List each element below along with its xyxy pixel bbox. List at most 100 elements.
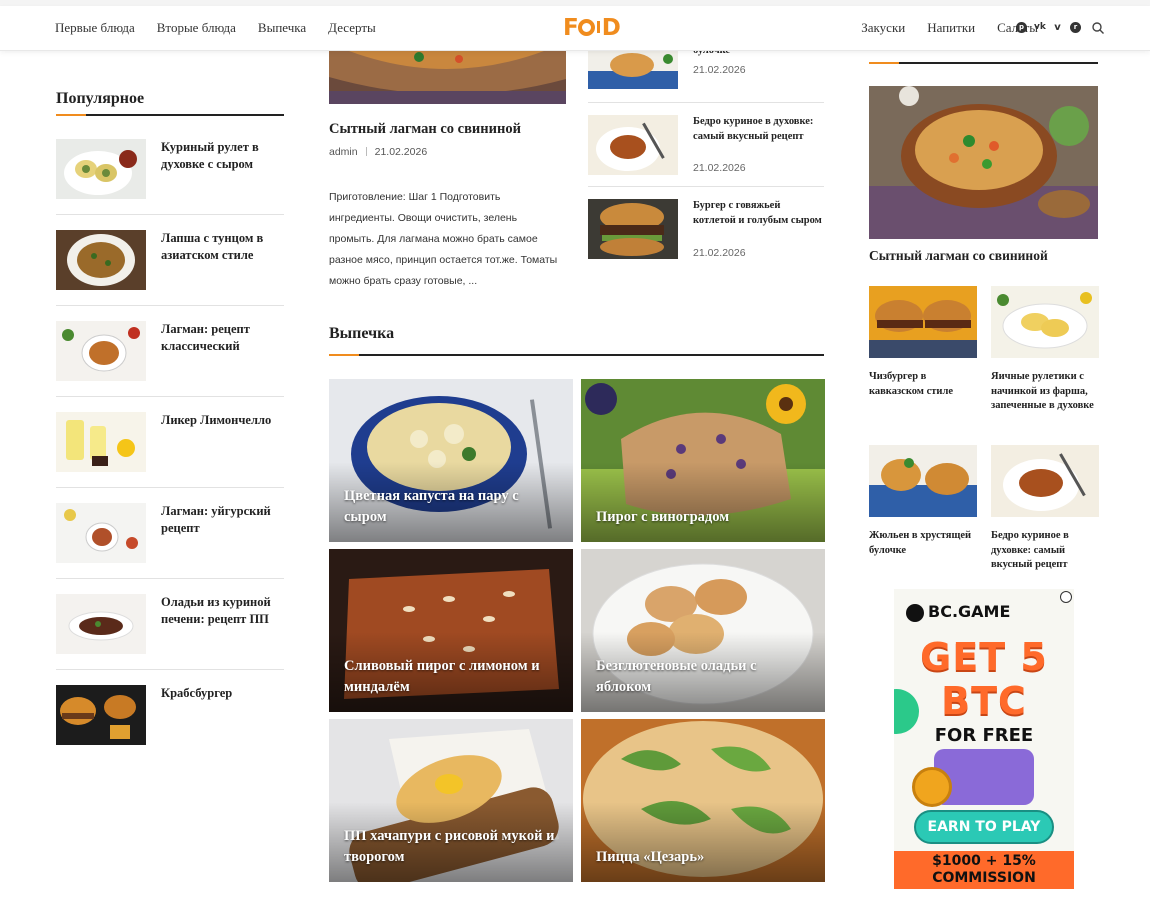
- featured-meta: admin 21.02.2026: [329, 146, 427, 158]
- side-list-date: 21.02.2026: [693, 247, 746, 259]
- nav-item-baking[interactable]: Выпечка: [258, 20, 306, 36]
- side-list-item[interactable]: Бедро куриное в духовке: самый вкусный р…: [588, 115, 824, 175]
- baking-tile[interactable]: Пицца «Цезарь»: [581, 719, 825, 882]
- right-grid-item[interactable]: Чизбургер в кавказском стиле: [869, 286, 977, 406]
- ad-headline-3: FOR FREE: [934, 725, 1034, 746]
- ad-footer-line-1: $1000 + 15%: [932, 853, 1036, 869]
- vk-icon[interactable]: vk: [1034, 22, 1046, 33]
- nav-right: Закуски Напитки Салаты: [861, 20, 1038, 36]
- popular-item-title[interactable]: Оладьи из куриной печени: рецепт ПП: [161, 594, 281, 628]
- divider: [56, 305, 284, 306]
- side-list-date: 21.02.2026: [693, 64, 746, 76]
- featured-excerpt: Приготовление: Шаг 1 Подготовить ингреди…: [329, 191, 558, 287]
- tile-overlay: [581, 462, 825, 542]
- ad-banner[interactable]: BC.GAME GET 5 BTC FOR FREE EARN TO PLAY …: [894, 589, 1074, 889]
- side-list-title[interactable]: Бургер с говяжьей котлетой и голубым сыр…: [693, 199, 823, 228]
- right-grid-title[interactable]: Бедро куриное в духовке: самый вкусный р…: [991, 529, 1103, 573]
- ad-footer: $1000 + 15% COMMISSION: [894, 851, 1074, 889]
- popular-title-underline: [56, 114, 284, 116]
- popular-item[interactable]: Крабсбургер: [56, 685, 284, 747]
- ad-headline-1: GET 5: [920, 635, 1048, 679]
- site-logo[interactable]: FD: [563, 15, 621, 41]
- nav-item-first-courses[interactable]: Первые блюда: [55, 20, 135, 36]
- popular-item[interactable]: Оладьи из куриной печени: рецепт ПП: [56, 594, 284, 656]
- side-list-thumb-image: [588, 199, 678, 259]
- baking-tile[interactable]: Цветная капуста на пару с сыром: [329, 379, 573, 542]
- popular-item-title[interactable]: Крабсбургер: [161, 685, 281, 702]
- baking-tile[interactable]: Сливовый пирог с лимоном и миндалём: [329, 549, 573, 712]
- popular-thumb-image: [56, 503, 146, 563]
- right-grid-title[interactable]: Чизбургер в кавказском стиле: [869, 370, 981, 399]
- popular-item[interactable]: Лагман: уйгурский рецепт: [56, 503, 284, 565]
- nav-item-second-courses[interactable]: Вторые блюда: [157, 20, 236, 36]
- ad-cta-button[interactable]: EARN TO PLAY: [914, 810, 1054, 844]
- popular-item-title[interactable]: Лапша с тунцом в азиатском стиле: [161, 230, 281, 264]
- right-featured-image[interactable]: [869, 86, 1098, 239]
- divider: [56, 214, 284, 215]
- popular-thumb-image: [56, 594, 146, 654]
- nav-left: Первые блюда Вторые блюда Выпечка Десерт…: [55, 20, 376, 36]
- site-header: Первые блюда Вторые блюда Выпечка Десерт…: [0, 6, 1150, 51]
- right-grid-item[interactable]: Бедро куриное в духовке: самый вкусный р…: [991, 445, 1099, 575]
- right-grid-title[interactable]: Яичные рулетики с начинкой из фарша, зап…: [991, 370, 1103, 414]
- popular-item[interactable]: Лагман: рецепт классический: [56, 321, 284, 383]
- featured-title[interactable]: Сытный лагман со свининой: [329, 121, 521, 138]
- nav-item-snacks[interactable]: Закуски: [861, 20, 905, 36]
- popular-thumb-image: [56, 321, 146, 381]
- side-list-thumb-image: [588, 51, 678, 89]
- tile-title[interactable]: Безглютеновые оладьи с яблоком: [596, 656, 811, 698]
- side-list-date: 21.02.2026: [693, 162, 746, 174]
- popular-item-title[interactable]: Ликер Лимончелло: [161, 412, 281, 429]
- side-list-title[interactable]: Бедро куриное в духовке: самый вкусный р…: [693, 115, 823, 144]
- popular-item[interactable]: Лапша с тунцом в азиатском стиле: [56, 230, 284, 292]
- right-featured-title[interactable]: Сытный лагман со свининой: [869, 248, 1048, 264]
- popular-item-title[interactable]: Лагман: рецепт классический: [161, 321, 281, 355]
- popular-title: Популярное: [56, 90, 145, 107]
- search-icon[interactable]: [1092, 22, 1104, 34]
- baking-tile[interactable]: Безглютеновые оладьи с яблоком: [581, 549, 825, 712]
- divider: [56, 487, 284, 488]
- reddit-icon[interactable]: r: [1070, 22, 1081, 33]
- ad-choices-icon[interactable]: [1060, 591, 1072, 603]
- side-list-item[interactable]: булочке 21.02.2026: [588, 45, 824, 91]
- divider: [588, 186, 824, 187]
- ad-brand: BC.GAME: [928, 602, 1011, 621]
- side-list-item[interactable]: Бургер с говяжьей котлетой и голубым сыр…: [588, 199, 824, 259]
- ad-headline-2: BTC: [941, 679, 1027, 723]
- right-grid-thumb-image: [869, 445, 977, 517]
- tile-overlay: [581, 802, 825, 882]
- right-grid-title[interactable]: Жюльен в хрустящей булочке: [869, 529, 981, 558]
- tile-title[interactable]: Пицца «Цезарь»: [596, 847, 811, 868]
- popular-item-title[interactable]: Куриный рулет в духовке с сыром: [161, 139, 281, 173]
- side-list-thumb-image: [588, 115, 678, 175]
- baking-section-title[interactable]: Выпечка: [329, 325, 394, 343]
- popular-item[interactable]: Куриный рулет в духовке с сыром: [56, 139, 284, 201]
- right-grid-item[interactable]: Яичные рулетики с начинкой из фарша, зап…: [991, 286, 1099, 426]
- meta-separator: [365, 147, 367, 156]
- ad-brand-logo-icon: [906, 604, 924, 622]
- right-section-underline: [869, 62, 1098, 64]
- tile-title[interactable]: Пирог с виноградом: [596, 507, 811, 528]
- popular-thumb-image: [56, 139, 146, 199]
- baking-tile[interactable]: ПП хачапури с рисовой мукой и творогом: [329, 719, 573, 882]
- featured-image[interactable]: [329, 51, 566, 104]
- baking-tile[interactable]: Пирог с виноградом: [581, 379, 825, 542]
- nav-item-desserts[interactable]: Десерты: [328, 20, 376, 36]
- ad-footer-line-2: COMMISSION: [932, 870, 1036, 886]
- popular-thumb-image: [56, 412, 146, 472]
- tile-title[interactable]: Сливовый пирог с лимоном и миндалём: [344, 656, 559, 698]
- popular-thumb-image: [56, 230, 146, 290]
- tile-title[interactable]: Цветная капуста на пару с сыром: [344, 486, 559, 528]
- popular-thumb-image: [56, 685, 146, 745]
- pinterest-icon[interactable]: p: [1016, 22, 1027, 33]
- popular-item-title[interactable]: Лагман: уйгурский рецепт: [161, 503, 281, 537]
- popular-item[interactable]: Ликер Лимончелло: [56, 412, 284, 474]
- vimeo-icon[interactable]: v: [1052, 22, 1063, 33]
- baking-title-underline: [329, 354, 824, 356]
- author-link[interactable]: admin: [329, 146, 358, 158]
- right-grid-item[interactable]: Жюльен в хрустящей булочке: [869, 445, 977, 565]
- social-links: p vk v r: [1016, 22, 1081, 33]
- nav-item-drinks[interactable]: Напитки: [927, 20, 975, 36]
- tile-title[interactable]: ПП хачапури с рисовой мукой и творогом: [344, 826, 559, 868]
- divider: [588, 102, 824, 103]
